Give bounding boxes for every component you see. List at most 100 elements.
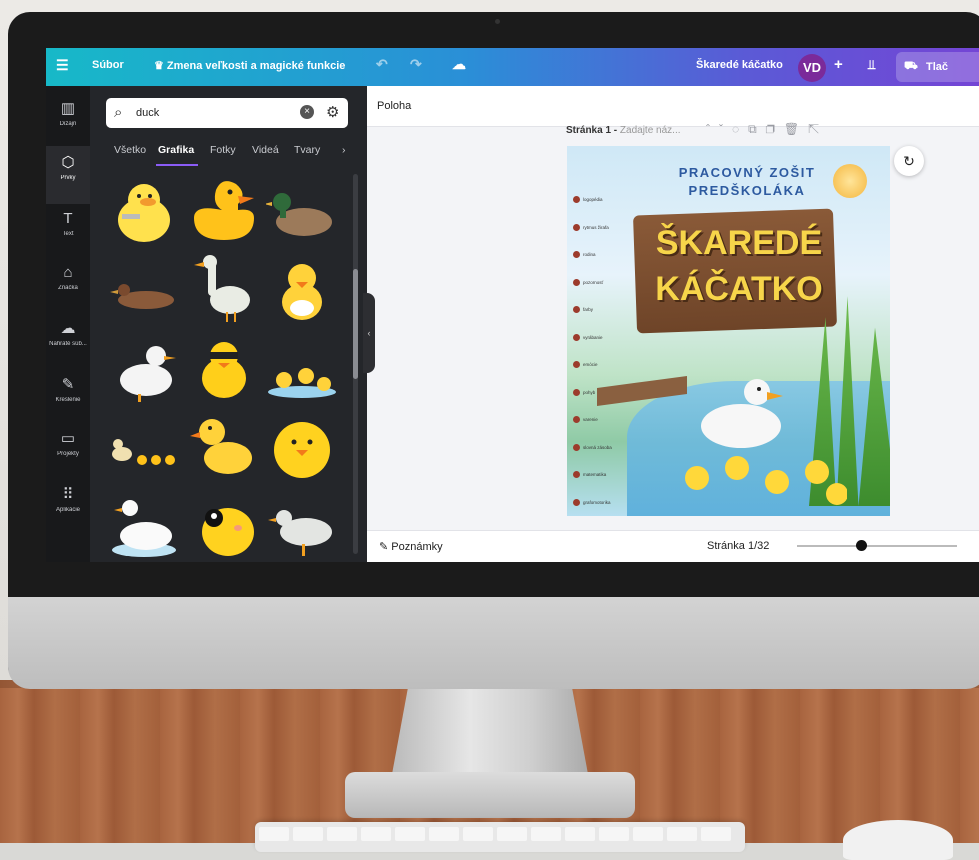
toc-item: grafomotorika: [573, 489, 643, 517]
lock-icon[interactable]: ◌: [732, 122, 748, 136]
chevron-right-icon[interactable]: ›: [342, 144, 346, 156]
print-button[interactable]: ⛟ Tlač: [896, 52, 979, 82]
left-rail: ▥ Dizajn ⬡ Prvky T Text ⌂ Značka ☁ Nahraté sú…: [46, 86, 90, 562]
shapes-icon: ⬡: [61, 154, 75, 171]
toc-item: vyrábanie: [573, 324, 643, 352]
table-of-contents: logopédia rytmus žirafa rodina pozornosť…: [573, 186, 643, 516]
sitting-duck-graphic[interactable]: [188, 410, 260, 482]
toc-item: varenie: [573, 406, 643, 434]
toc-item: slovná zásoba: [573, 434, 643, 462]
undo-icon[interactable]: ↶: [376, 56, 388, 73]
search-input[interactable]: duck: [136, 107, 159, 119]
footer-bar: ✎ Poznámky Stránka 1/32: [367, 530, 979, 562]
text-icon: T: [63, 210, 73, 227]
pen-icon: ✎: [61, 376, 75, 393]
rail-item-draw[interactable]: ✎ Kreslenie: [46, 376, 90, 403]
toc-item: farby: [573, 296, 643, 324]
context-toolbar: Poloha: [367, 86, 979, 127]
zoom-slider[interactable]: [797, 545, 957, 547]
apps-grid-icon: ⠿: [62, 486, 74, 503]
rail-item-text[interactable]: T Text: [46, 210, 90, 237]
refresh-icon[interactable]: ↻: [894, 146, 924, 176]
cloud-check-icon[interactable]: ☁: [452, 56, 466, 73]
analytics-icon[interactable]: ⫫: [868, 57, 875, 73]
ducks-in-water-graphic[interactable]: [266, 336, 338, 408]
white-duck-graphic[interactable]: [108, 334, 180, 406]
zoom-slider-knob[interactable]: [856, 540, 867, 551]
add-collaborator-icon[interactable]: +: [834, 56, 843, 73]
tab-photos[interactable]: Fotky: [210, 144, 236, 156]
page-title-input[interactable]: Zadajte náz...: [620, 125, 681, 136]
page-actions: ˆˇ◌⧉❐🗑⇱: [706, 122, 828, 137]
hamburger-icon[interactable]: ☰: [56, 57, 69, 74]
monitor-stand-base: [345, 772, 635, 818]
tab-videos[interactable]: Videá: [252, 144, 279, 156]
toc-item: rytmus žirafa: [573, 214, 643, 242]
design-page[interactable]: PRACOVNÝ ZOŠIT PREDŠKOLÁKA ŠKAREDÉ KÁČAT…: [567, 146, 890, 516]
duck-graphic[interactable]: [108, 176, 180, 248]
avatar[interactable]: VD: [798, 54, 826, 82]
rail-item-brand[interactable]: ⌂ Značka: [46, 264, 90, 291]
page-counter[interactable]: Stránka 1/32: [707, 540, 769, 552]
rail-item-projects[interactable]: ▭ Projekty: [46, 430, 90, 457]
filter-icon[interactable]: ⚙: [326, 103, 339, 121]
rail-item-apps[interactable]: ⠿ Aplikácie: [46, 486, 90, 513]
chevron-up-icon[interactable]: ˆ: [706, 122, 719, 136]
rail-item-design[interactable]: ▥ Dizajn: [46, 100, 90, 127]
toc-item: emócie: [573, 351, 643, 379]
tab-all[interactable]: Všetko: [114, 144, 146, 156]
file-menu[interactable]: Súbor: [92, 59, 124, 71]
grey-goose-graphic[interactable]: [266, 492, 338, 562]
book-title: ŠKAREDÉ KÁČATKO: [655, 224, 823, 308]
cool-duck-graphic[interactable]: [188, 332, 260, 404]
active-tab-indicator: [156, 164, 198, 166]
duckling-graphic[interactable]: [266, 254, 338, 326]
duck-family-graphic[interactable]: [108, 414, 180, 486]
chubby-duck-graphic[interactable]: [266, 410, 338, 482]
top-toolbar: ☰ Súbor ♛ Zmena veľkosti a magické funkc…: [46, 48, 979, 86]
add-page-icon[interactable]: ⇱: [808, 122, 828, 136]
toc-item: pozornosť: [573, 269, 643, 297]
toc-item: logopédia: [573, 186, 643, 214]
scroll-thumb[interactable]: [353, 269, 358, 379]
sun-illustration: [833, 164, 867, 198]
rail-item-elements[interactable]: ⬡ Prvky: [46, 146, 90, 204]
collapse-panel-handle[interactable]: ‹: [363, 293, 375, 373]
tab-shapes[interactable]: Tvary: [294, 144, 320, 156]
position-button[interactable]: Poloha: [377, 100, 411, 112]
document-title[interactable]: Škaredé káčatko: [696, 59, 783, 71]
swan-graphic[interactable]: [108, 490, 180, 562]
rubber-duck-graphic[interactable]: [188, 174, 260, 246]
clear-search-icon[interactable]: ×: [300, 105, 314, 119]
page-header: Stránka 1 - Zadajte náz...: [566, 125, 681, 136]
resize-menu[interactable]: ♛ Zmena veľkosti a magické funkcie: [154, 59, 345, 72]
book-subtitle: PRACOVNÝ ZOŠIT PREDŠKOLÁKA: [678, 165, 816, 198]
trash-icon[interactable]: 🗑: [784, 122, 808, 136]
elements-panel: ⌕ duck × ⚙ Všetko Grafika Fotky Videá Tv…: [90, 86, 367, 562]
surprised-duck-graphic[interactable]: [188, 488, 260, 560]
toc-item: rodina: [573, 241, 643, 269]
folder-icon: ▭: [60, 430, 76, 447]
chevron-down-icon[interactable]: ˇ: [719, 122, 732, 136]
toc-item: matematika: [573, 461, 643, 489]
layout-icon: ▥: [60, 100, 76, 117]
ducklings-illustration: [685, 456, 847, 505]
copy-icon[interactable]: ❐: [766, 122, 784, 136]
redo-icon[interactable]: ↷: [410, 56, 422, 73]
toc-item: pohyb: [573, 379, 643, 407]
monitor-chin: [8, 597, 979, 689]
swimming-duck-graphic[interactable]: [108, 256, 180, 328]
duplicate-icon[interactable]: ⧉: [748, 122, 766, 136]
cloud-upload-icon: ☁: [60, 320, 76, 337]
mallard-duck-graphic[interactable]: [266, 178, 338, 250]
goose-graphic[interactable]: [188, 252, 260, 324]
truck-icon: ⛟: [904, 60, 918, 72]
panel-scrollbar[interactable]: [353, 174, 358, 554]
notes-button[interactable]: ✎ Poznámky: [379, 540, 443, 553]
search-box[interactable]: ⌕ duck × ⚙: [106, 98, 348, 128]
tab-graphics[interactable]: Grafika: [158, 144, 194, 156]
keyboard: [255, 822, 745, 852]
rail-item-uploads[interactable]: ☁ Nahraté súb...: [46, 320, 90, 347]
print-label: Tlač: [926, 61, 949, 73]
brand-icon: ⌂: [63, 264, 73, 281]
